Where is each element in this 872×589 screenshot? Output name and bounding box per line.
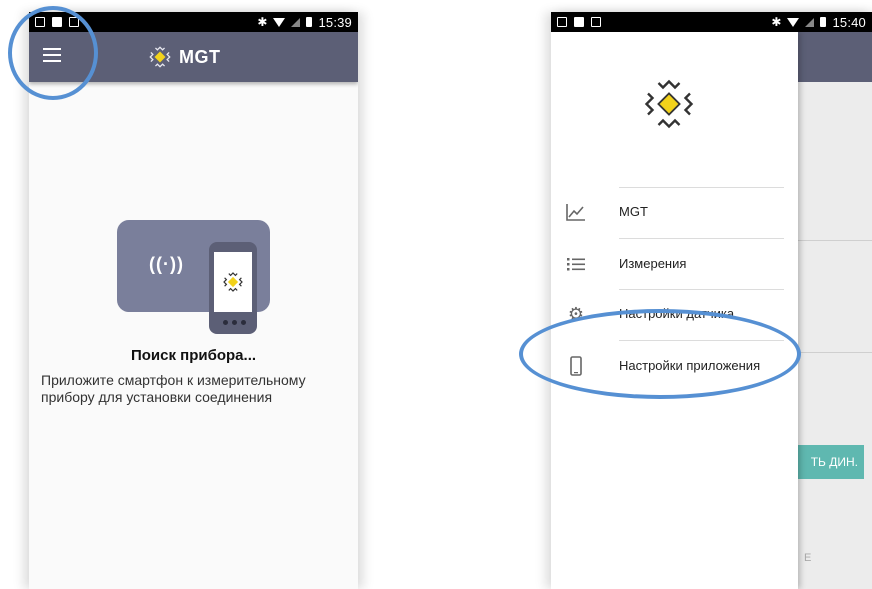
drawer-item-label: Измерения	[619, 256, 687, 271]
signal-icon	[291, 17, 301, 27]
chart-icon	[566, 204, 585, 221]
app-settings-highlight-ellipse	[519, 309, 801, 399]
bluetooth-icon: ✱	[771, 15, 782, 29]
mgt-logo-icon	[223, 272, 243, 292]
smartphone-screen	[214, 252, 252, 312]
search-device-description: Приложите смартфон к измерительному приб…	[41, 372, 306, 405]
menu-divider	[619, 289, 784, 290]
hamburger-highlight-circle	[8, 6, 98, 100]
right-phone-screen: ✱ 15:40 ТЬ ДИН. E MGT Измерения ⚙ Настро…	[551, 12, 872, 589]
background-divider	[798, 352, 872, 353]
sim-notification-icon	[591, 17, 601, 27]
battery-icon	[306, 17, 313, 27]
drawer-item-label: MGT	[619, 204, 648, 219]
mgt-logo-icon	[644, 79, 694, 129]
drawer-item-measurements[interactable]: Измерения	[551, 244, 798, 284]
left-phone-screen: ✱ 15:39 MGT ((·)) Поиск прибора... Прило…	[29, 12, 358, 589]
battery-icon	[820, 17, 827, 27]
status-time: 15:39	[318, 14, 352, 30]
smartphone-buttons	[223, 320, 246, 325]
alert-notification-icon	[574, 17, 584, 27]
status-bar: ✱ 15:40	[551, 12, 872, 32]
signal-icon	[805, 17, 815, 27]
bluetooth-icon: ✱	[257, 15, 268, 29]
search-device-title: Поиск прибора...	[130, 347, 257, 364]
background-divider	[798, 240, 872, 241]
drawer-item-mgt[interactable]: MGT	[551, 192, 798, 232]
nfc-waves-icon: ((·))	[149, 254, 184, 274]
wifi-icon	[273, 17, 286, 27]
background-text: E	[804, 552, 812, 564]
gallery-notification-icon	[557, 17, 567, 27]
status-time: 15:40	[832, 14, 866, 30]
list-icon	[567, 258, 585, 271]
mgt-logo-icon	[149, 46, 171, 68]
app-title: MGT	[179, 47, 221, 67]
wifi-icon	[787, 17, 800, 27]
background-start-button[interactable]: ТЬ ДИН.	[798, 445, 864, 479]
smartphone-illustration	[209, 242, 257, 334]
menu-divider	[619, 187, 784, 188]
menu-divider	[619, 238, 784, 239]
